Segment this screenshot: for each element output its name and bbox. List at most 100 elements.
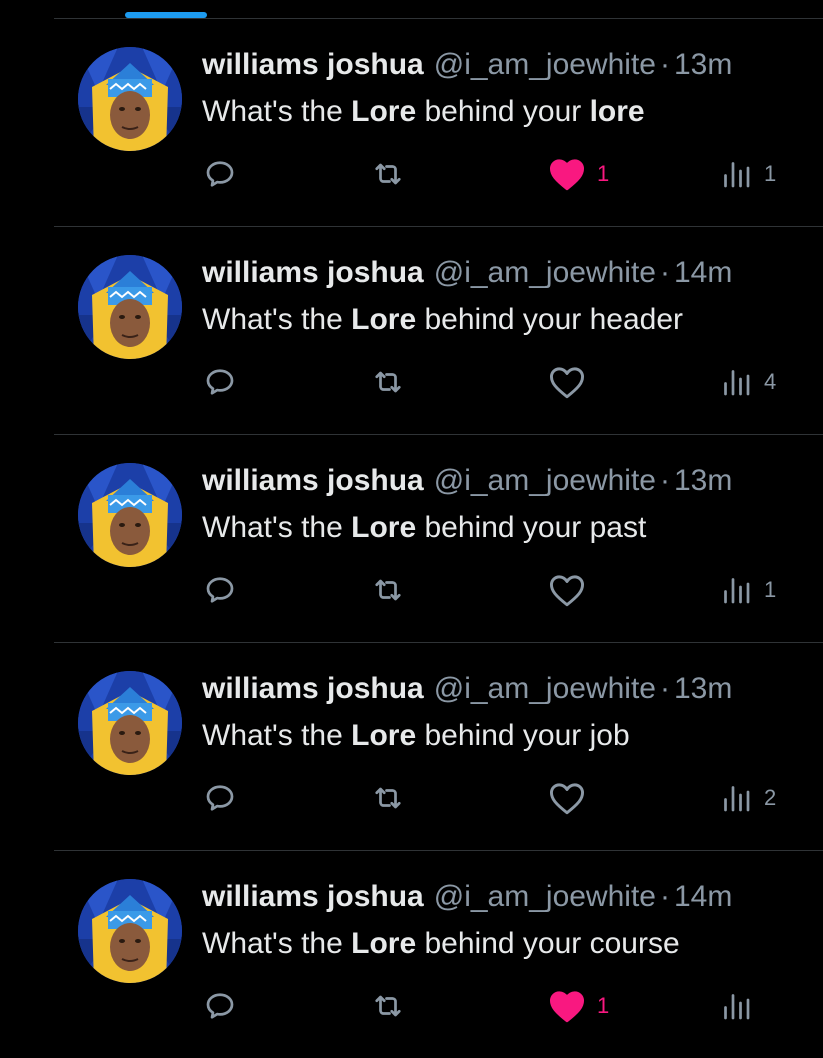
profile-avatar[interactable] [78, 47, 182, 151]
like-button[interactable]: 1 [547, 986, 609, 1026]
views-button[interactable]: 1 [718, 570, 776, 610]
user-handle[interactable]: @i_am_joewhite [434, 464, 656, 497]
tweet-text: What's the Lore behind your lore [202, 92, 645, 132]
header-separator: · [659, 256, 670, 289]
tweet-actions: 2 [54, 778, 823, 818]
header-separator: · [659, 48, 670, 81]
reply-button[interactable] [202, 362, 238, 402]
header-separator: · [659, 880, 670, 913]
like-button[interactable] [547, 778, 597, 818]
tweet-text-middle: behind your [416, 95, 590, 128]
views-bar-chart-icon [724, 786, 750, 812]
tweet-text-middle: behind your [416, 511, 590, 544]
tweet-text-last-word: job [589, 719, 630, 752]
tweet-text-middle: behind your [416, 303, 590, 336]
reply-button[interactable] [202, 778, 238, 818]
like-button[interactable]: 1 [547, 154, 609, 194]
like-count: 1 [597, 161, 610, 186]
header-separator: · [659, 464, 670, 497]
tweet-timestamp[interactable]: 13m [674, 672, 732, 705]
tweet-text-last-word: header [589, 303, 684, 336]
tweet-text-middle: behind your [416, 719, 590, 752]
like-count: 1 [597, 993, 610, 1018]
tweet-text-prefix: What's the [202, 95, 352, 128]
display-name[interactable]: williams joshua [202, 880, 424, 913]
display-name[interactable]: williams joshua [202, 256, 424, 289]
retweet-icon [375, 579, 401, 601]
heart-icon [549, 575, 585, 607]
avatar-image [78, 255, 182, 359]
views-button[interactable]: 2 [718, 778, 776, 818]
tweet-text-prefix: What's the [202, 927, 352, 960]
tweet-item[interactable]: williams joshua @i_am_joewhite · 14m What's… [54, 227, 823, 435]
tweet-text: What's the Lore behind your course [202, 924, 680, 964]
display-name[interactable]: williams joshua [202, 48, 424, 81]
user-handle[interactable]: @i_am_joewhite [434, 880, 656, 913]
views-button[interactable]: 1 [718, 154, 776, 194]
user-handle[interactable]: @i_am_joewhite [434, 48, 656, 81]
reply-bubble-icon [206, 161, 234, 187]
header-separator: · [659, 672, 670, 705]
views-bar-chart-icon [724, 578, 750, 604]
reply-bubble-icon [206, 369, 234, 395]
like-button[interactable] [547, 570, 597, 610]
reply-button[interactable] [202, 154, 238, 194]
tweet-timestamp[interactable]: 14m [674, 880, 732, 913]
heart-icon [549, 159, 585, 191]
tweet-header: williams joshua @i_am_joewhite · 13m [202, 45, 732, 85]
retweet-button[interactable] [370, 154, 406, 194]
tweet-text-last-word: past [589, 511, 647, 544]
reply-button[interactable] [202, 570, 238, 610]
tweet-actions: 1 [54, 986, 823, 1026]
avatar-image [78, 879, 182, 983]
tweet-text: What's the Lore behind your past [202, 508, 646, 548]
retweet-button[interactable] [370, 778, 406, 818]
retweet-button[interactable] [370, 570, 406, 610]
retweet-icon [375, 371, 401, 393]
views-count: 1 [764, 577, 777, 602]
tweet-item[interactable]: williams joshua @i_am_joewhite · 13m What's… [54, 643, 823, 851]
tweet-text-last-word: course [589, 927, 680, 960]
profile-avatar[interactable] [78, 255, 182, 359]
views-count: 1 [764, 161, 777, 186]
views-count: 4 [764, 369, 777, 394]
tweet-text-bold: Lore [351, 511, 417, 544]
heart-icon [549, 783, 585, 815]
profile-avatar[interactable] [78, 879, 182, 983]
views-button[interactable]: 4 [718, 362, 776, 402]
tweet-timestamp[interactable]: 13m [674, 464, 732, 497]
tweet-text-prefix: What's the [202, 511, 352, 544]
tweet-timestamp[interactable]: 14m [674, 256, 732, 289]
tweet-text-bold: Lore [351, 303, 417, 336]
display-name[interactable]: williams joshua [202, 464, 424, 497]
tweet-text: What's the Lore behind your job [202, 716, 630, 756]
avatar-image [78, 463, 182, 567]
tweet-item[interactable]: williams joshua @i_am_joewhite · 14m What's… [54, 851, 823, 1058]
retweet-button[interactable] [370, 986, 406, 1026]
user-handle[interactable]: @i_am_joewhite [434, 256, 656, 289]
retweet-button[interactable] [370, 362, 406, 402]
profile-avatar[interactable] [78, 463, 182, 567]
tweet-item[interactable]: williams joshua @i_am_joewhite · 13m What's… [54, 435, 823, 643]
views-button[interactable] [718, 986, 764, 1026]
like-button[interactable] [547, 362, 597, 402]
tweet-feed: williams joshua @i_am_joewhite · 13m What's… [0, 19, 823, 1058]
avatar-image [78, 671, 182, 775]
user-handle[interactable]: @i_am_joewhite [434, 672, 656, 705]
tweet-header: williams joshua @i_am_joewhite · 14m [202, 253, 732, 293]
heart-icon [549, 991, 585, 1023]
tweet-text-middle: behind your [416, 927, 590, 960]
tweet-timestamp[interactable]: 13m [674, 48, 732, 81]
tweet-actions: 4 [54, 362, 823, 402]
tweet-text-prefix: What's the [202, 719, 352, 752]
reply-button[interactable] [202, 986, 238, 1026]
views-bar-chart-icon [724, 162, 750, 188]
retweet-icon [375, 787, 401, 809]
reply-bubble-icon [206, 993, 234, 1019]
tweet-item[interactable]: williams joshua @i_am_joewhite · 13m What's… [54, 19, 823, 227]
views-bar-chart-icon [724, 370, 750, 396]
tweet-text-last-word: lore [589, 95, 645, 128]
tweet-header: williams joshua @i_am_joewhite · 14m [202, 877, 732, 917]
display-name[interactable]: williams joshua [202, 672, 424, 705]
profile-avatar[interactable] [78, 671, 182, 775]
